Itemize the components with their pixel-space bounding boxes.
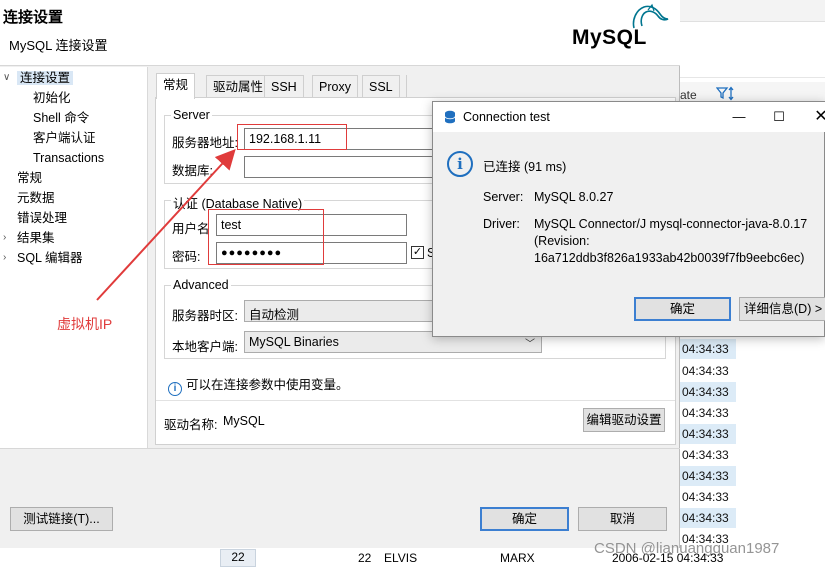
tab-0[interactable]: 常规	[156, 73, 196, 99]
tree-item-label: 连接设置	[17, 71, 74, 85]
edit-driver-button[interactable]: 编辑驱动设置	[583, 408, 665, 432]
background-toolbar	[680, 56, 825, 78]
row-number: 22	[220, 549, 256, 567]
footer-divider	[0, 448, 680, 449]
tree-item[interactable]: › SQL 编辑器	[3, 248, 83, 268]
username-label: 用户名	[172, 222, 210, 236]
save-password-checkbox[interactable]: ✓	[411, 246, 424, 259]
advanced-group-title: Advanced	[171, 278, 231, 292]
column-header-last-update[interactable]: ate	[680, 88, 697, 102]
divider	[156, 400, 675, 401]
tree-item-label: SQL 编辑器	[17, 251, 83, 265]
tab-strip-end	[406, 75, 407, 98]
cell-last-update[interactable]: 04:34:33	[680, 424, 736, 444]
cell-last-update[interactable]: 04:34:33	[680, 382, 736, 402]
tab-3[interactable]: Proxy	[312, 75, 358, 98]
variables-hint: i 可以在连接参数中使用变量。	[168, 374, 349, 396]
tree-item-label: 结果集	[17, 231, 55, 245]
local-client-label: 本地客户端:	[172, 340, 238, 354]
local-client-value: MySQL Binaries	[249, 335, 339, 349]
tree-item[interactable]: 错误处理	[17, 208, 67, 228]
driver-name-value: MySQL	[223, 414, 265, 428]
connection-status: 已连接 (91 ms)	[483, 160, 567, 174]
host-highlight-box	[237, 124, 347, 150]
chevron-right-icon[interactable]: ›	[3, 228, 6, 248]
settings-tree: ∨ 连接设置初始化 Shell 命令 客户端认证 Transactions 常规元数据错误…	[0, 67, 148, 448]
logo-text: MySQL	[572, 26, 647, 49]
tab-2[interactable]: SSH	[264, 75, 304, 98]
tab-4[interactable]: SSL	[362, 75, 400, 98]
tree-item-label: Transactions	[33, 151, 105, 165]
password-label: 密码:	[172, 250, 201, 264]
tree-item[interactable]: 客户端认证	[33, 128, 96, 148]
cell-last-update[interactable]: 04:34:33	[680, 361, 736, 381]
driver-name-label: 驱动名称:	[164, 418, 218, 432]
test-connection-button[interactable]: 测试链接(T)...	[10, 507, 113, 531]
cell-last-update[interactable]: 04:34:33	[680, 508, 736, 528]
cell-last-update[interactable]: 04:34:33	[680, 466, 736, 486]
cell-last-update[interactable]: 04:34:33	[680, 403, 736, 423]
annotation-label: 虚拟机IP	[57, 316, 113, 332]
details-button[interactable]: 详细信息(D) > >	[739, 297, 825, 321]
ok-button[interactable]: 确定	[480, 507, 569, 531]
server-value: MySQL 8.0.27	[534, 190, 614, 204]
close-icon[interactable]: ✕	[810, 106, 825, 128]
database-icon	[444, 110, 456, 124]
credentials-highlight-box	[208, 209, 324, 265]
driver-value-line3: 16a712ddb3f826a1933ab42b0039f7fb9eebc6ec…	[534, 251, 805, 265]
tree-item-label: 常规	[17, 171, 43, 185]
tree-item[interactable]: 元数据	[17, 188, 55, 208]
tree-item[interactable]: › 结果集	[3, 228, 55, 248]
driver-value-line1: MySQL Connector/J mysql-connector-java-8…	[534, 217, 808, 231]
dialog-title: 连接设置	[3, 9, 64, 26]
watermark: CSDN @lianuangquan1987	[594, 540, 780, 557]
connection-test-title: Connection test	[463, 110, 550, 124]
minimize-icon[interactable]: —	[728, 106, 750, 128]
cell-last-update[interactable]: 04:34:33	[680, 445, 736, 465]
database-label: 数据库:	[172, 164, 213, 178]
connection-test-titlebar: Connection test — ☐ ✕	[433, 102, 825, 132]
tree-item[interactable]: 常规	[17, 168, 42, 188]
tree-item-label: 客户端认证	[33, 131, 96, 145]
chevron-down-icon[interactable]: ∨	[3, 68, 10, 88]
chevron-right-icon[interactable]: ›	[3, 248, 6, 268]
dialog-subtitle: MySQL 连接设置	[9, 38, 108, 53]
cell-last-update[interactable]: 04:34:33	[680, 487, 736, 507]
cell-actor-id[interactable]: 22	[358, 551, 371, 565]
driver-value-line2: (Revision:	[534, 234, 590, 248]
connection-test-body: i 已连接 (91 ms) Server: MySQL 8.0.27 Drive…	[433, 132, 825, 338]
variables-hint-text: 可以在连接参数中使用变量。	[186, 378, 349, 392]
maximize-icon[interactable]: ☐	[768, 106, 790, 128]
cell-last-name[interactable]: MARX	[500, 551, 535, 565]
tree-item[interactable]: 初始化	[33, 88, 71, 108]
server-label: Server:	[483, 190, 524, 204]
cell-first-name[interactable]: ELVIS	[384, 551, 417, 565]
mysql-logo: MySQL	[572, 2, 672, 58]
tree-item-label: Shell 命令	[33, 111, 90, 125]
tree-item[interactable]: Transactions	[33, 148, 104, 168]
server-group-title: Server	[171, 108, 212, 122]
dialog-header: 连接设置 MySQL 连接设置 MySQL	[0, 0, 680, 66]
tree-item-label: 错误处理	[17, 211, 68, 225]
driver-label: Driver:	[483, 217, 520, 231]
tree-item[interactable]: Shell 命令	[33, 108, 89, 128]
timezone-label: 服务器时区:	[172, 309, 238, 323]
tree-item[interactable]: ∨ 连接设置	[3, 68, 74, 88]
host-label: 服务器地址:	[172, 136, 238, 150]
tree-item-label: 元数据	[17, 191, 55, 205]
cancel-button[interactable]: 取消	[578, 507, 667, 531]
tab-1[interactable]: 驱动属性	[206, 75, 271, 98]
info-icon: i	[447, 151, 473, 177]
background-titlebar	[680, 0, 825, 22]
info-icon: i	[168, 382, 182, 396]
connection-test-dialog: Connection test — ☐ ✕ i 已连接 (91 ms) Serv…	[432, 101, 825, 337]
tree-item-label: 初始化	[33, 91, 71, 105]
connection-test-ok-button[interactable]: 确定	[634, 297, 731, 321]
cell-last-update[interactable]: 04:34:33	[680, 339, 736, 359]
